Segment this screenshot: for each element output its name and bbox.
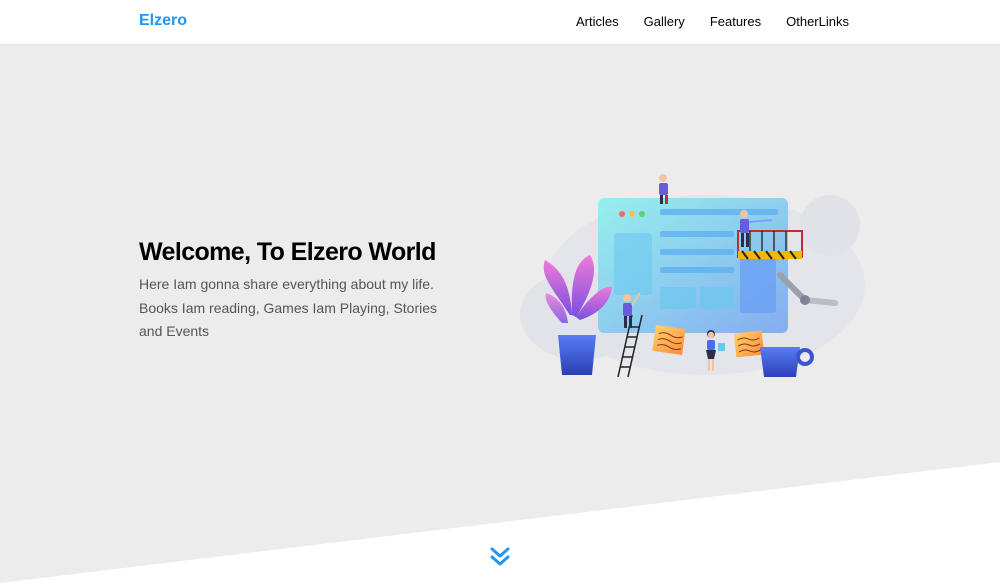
nav-link-features[interactable]: Features — [710, 14, 761, 29]
scroll-down-icon[interactable] — [489, 545, 511, 569]
hero-description: Here Iam gonna share everything about my… — [139, 276, 438, 339]
nav-link-articles[interactable]: Articles — [576, 14, 619, 29]
main-nav: Articles Gallery Features OtherLinks — [576, 14, 849, 29]
hero-illustration — [520, 174, 865, 378]
nav-link-otherlinks[interactable]: OtherLinks — [786, 14, 849, 29]
site-logo[interactable]: Elzero — [139, 12, 187, 30]
nav-link-gallery[interactable]: Gallery — [644, 14, 685, 29]
site-header: Elzero Articles Gallery Features OtherLi… — [0, 0, 1000, 44]
hero-title: Welcome, To Elzero World — [139, 238, 436, 266]
hero-intro: Welcome, To Elzero World Here Iam gonna … — [139, 238, 449, 344]
